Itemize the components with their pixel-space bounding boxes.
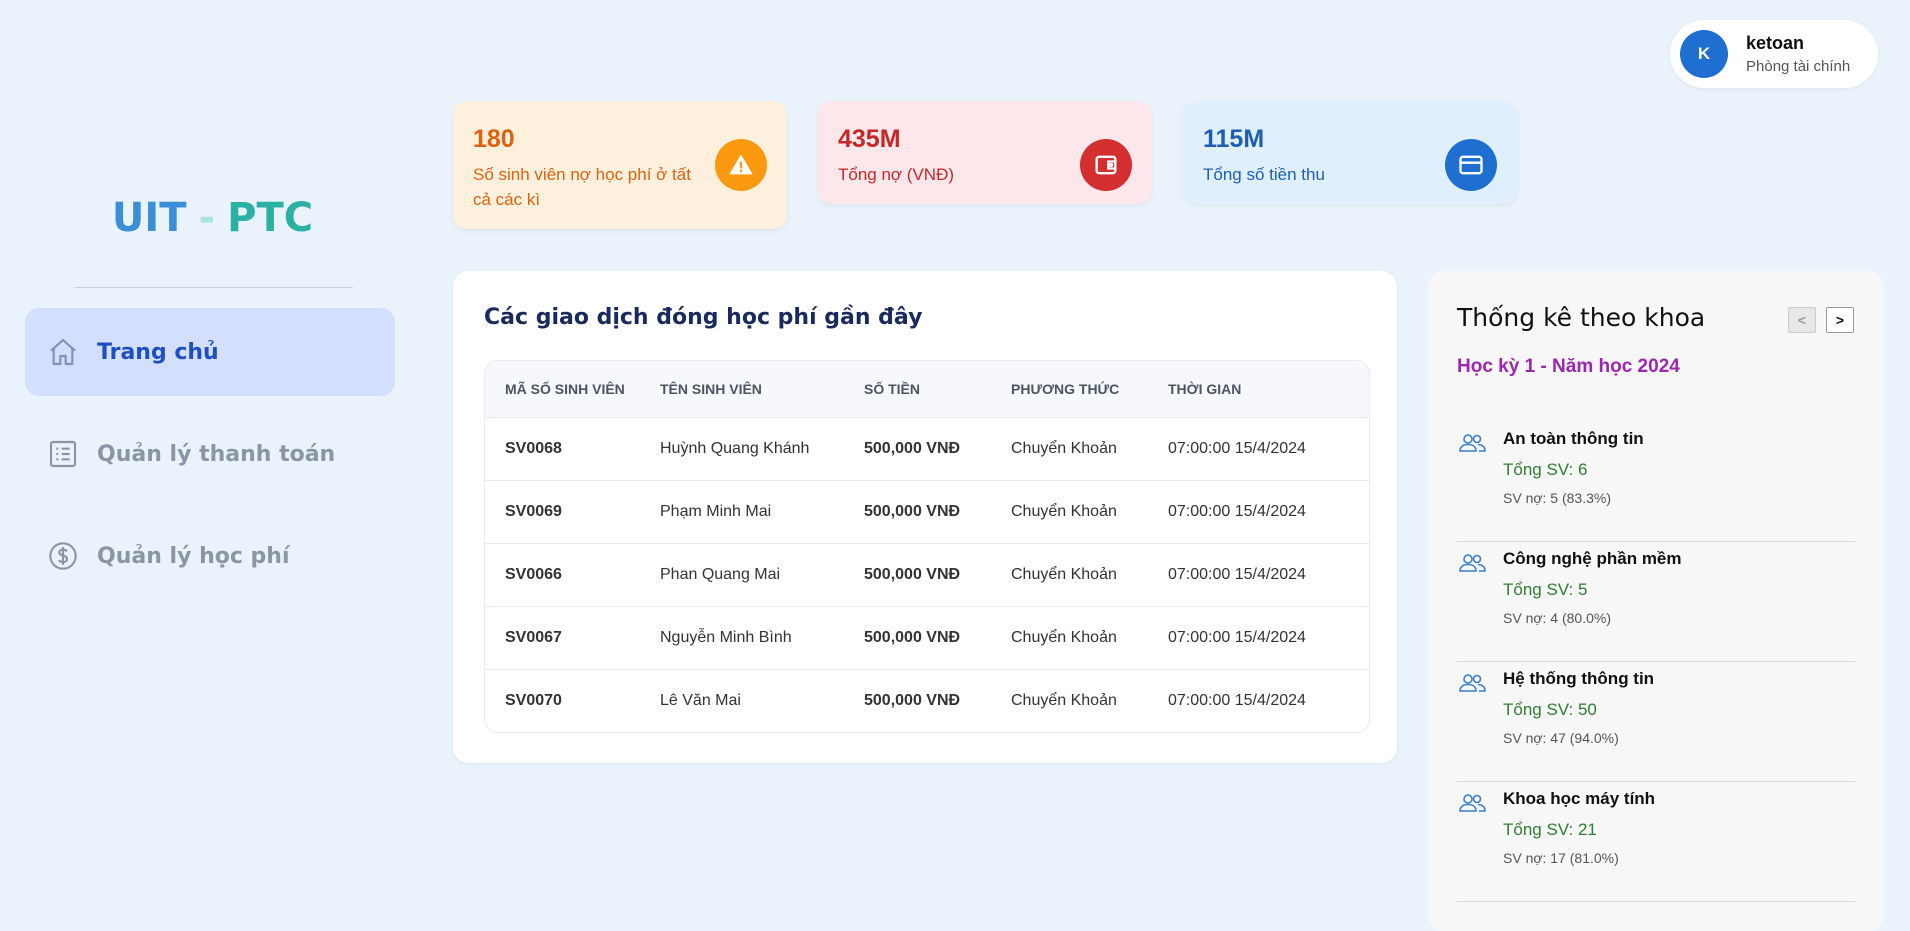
department-name: Hệ thống thông tin — [1503, 669, 1655, 688]
sidebar-item-payment-management[interactable]: Quản lý thanh toán — [25, 410, 395, 498]
student-name-cell: Phạm Minh Mai — [660, 503, 772, 520]
users-icon — [1459, 674, 1486, 692]
sidebar-item-label: Quản lý học phí — [97, 543, 290, 569]
department-name: An toàn thông tin — [1503, 429, 1644, 448]
method-cell: Chuyển Khoản — [1011, 692, 1117, 709]
stat-card-students-in-debt: 180 Số sinh viên nợ học phí ở tất cả các… — [453, 101, 787, 229]
user-role: Phòng tài chính — [1746, 58, 1851, 75]
avatar: K — [1680, 30, 1728, 78]
time-cell: 07:00:00 15/4/2024 — [1168, 440, 1306, 457]
student-id-cell: SV0070 — [505, 692, 562, 709]
stat-label: Tổng nợ (VNĐ) — [838, 165, 955, 184]
department-debt: SV nợ: 5 (83.3%) — [1503, 490, 1612, 506]
users-icon — [1459, 794, 1486, 812]
student-id-cell: SV0069 — [505, 503, 562, 520]
department-debt: SV nợ: 47 (94.0%) — [1503, 730, 1619, 746]
amount-cell: 500,000 VNĐ — [864, 629, 961, 646]
table-row[interactable]: SV0066 Phan Quang Mai 500,000 VNĐ Chuyển… — [485, 543, 1369, 606]
department-total: Tổng SV: 21 — [1503, 820, 1597, 839]
user-name: ketoan — [1746, 33, 1805, 53]
sidebar-divider — [75, 287, 353, 288]
list-icon — [45, 436, 81, 472]
warning-icon — [715, 139, 767, 191]
table-row[interactable]: SV0067 Nguyễn Minh Bình 500,000 VNĐ Chuy… — [485, 606, 1369, 669]
table-header-row: MÃ SỐ SINH VIÊN TÊN SINH VIÊN SỐ TIỀN PH… — [485, 361, 1369, 417]
student-name-cell: Huỳnh Quang Khánh — [660, 440, 810, 457]
method-cell: Chuyển Khoản — [1011, 440, 1117, 457]
sidebar-item-tuition-management[interactable]: Quản lý học phí — [25, 512, 395, 600]
table-row[interactable]: SV0070 Lê Văn Mai 500,000 VNĐ Chuyển Kho… — [485, 669, 1369, 732]
column-header: TÊN SINH VIÊN — [660, 381, 762, 397]
time-cell: 07:00:00 15/4/2024 — [1168, 503, 1306, 520]
term-label: Học kỳ 1 - Năm học 2024 — [1457, 356, 1680, 377]
column-header: SỐ TIỀN — [864, 381, 921, 397]
sidebar-item-label: Trang chủ — [97, 339, 219, 365]
column-header: THỜI GIAN — [1168, 381, 1242, 397]
student-name-cell: Nguyễn Minh Bình — [660, 629, 792, 646]
user-profile[interactable]: K ketoan Phòng tài chính — [1670, 20, 1878, 88]
student-name-cell: Phan Quang Mai — [660, 566, 781, 583]
method-cell: Chuyển Khoản — [1011, 566, 1117, 583]
next-term-button[interactable]: > — [1826, 307, 1854, 333]
department-item: An toàn thông tin Tổng SV: 6 SV nợ: 5 (8… — [1457, 421, 1855, 542]
recent-transactions-panel: Các giao dịch đóng học phí gần đây MÃ SỐ… — [453, 271, 1397, 763]
stat-label: Tổng số tiền thu — [1203, 165, 1325, 184]
sidebar-item-home[interactable]: Trang chủ — [25, 308, 395, 396]
brand-part2: PTC — [227, 195, 314, 241]
method-cell: Chuyển Khoản — [1011, 503, 1117, 520]
amount-cell: 500,000 VNĐ — [864, 692, 961, 709]
brand-separator: - — [198, 195, 216, 241]
recent-transactions-title: Các giao dịch đóng học phí gần đây — [484, 305, 923, 330]
stat-card-total-collected: 115M Tổng số tiền thu — [1183, 101, 1517, 204]
table-row[interactable]: SV0068 Huỳnh Quang Khánh 500,000 VNĐ Chu… — [485, 417, 1369, 480]
wallet-icon — [1080, 139, 1132, 191]
brand-part1: UIT — [111, 195, 187, 241]
department-total: Tổng SV: 6 — [1503, 460, 1588, 479]
stat-label: Số sinh viên nợ học phí ở tất cả các kì — [473, 165, 691, 209]
brand-logo: UIT - PTC — [0, 195, 425, 241]
card-icon — [1445, 139, 1497, 191]
amount-cell: 500,000 VNĐ — [864, 566, 961, 583]
department-total: Tổng SV: 50 — [1503, 700, 1597, 719]
time-cell: 07:00:00 15/4/2024 — [1168, 629, 1306, 646]
department-item: Hệ thống thông tin Tổng SV: 50 SV nợ: 47… — [1457, 661, 1855, 782]
method-cell: Chuyển Khoản — [1011, 629, 1117, 646]
transactions-table: MÃ SỐ SINH VIÊN TÊN SINH VIÊN SỐ TIỀN PH… — [484, 360, 1370, 733]
department-total: Tổng SV: 5 — [1503, 580, 1588, 599]
stat-card-total-debt: 435M Tổng nợ (VNĐ) — [818, 101, 1152, 204]
department-name: Công nghệ phần mềm — [1503, 549, 1682, 568]
previous-term-button[interactable]: < — [1788, 307, 1816, 333]
dollar-icon — [45, 538, 81, 574]
column-header: PHƯƠNG THỨC — [1011, 381, 1120, 397]
home-icon — [45, 334, 81, 370]
student-id-cell: SV0068 — [505, 440, 562, 457]
student-name-cell: Lê Văn Mai — [660, 692, 741, 709]
department-debt: SV nợ: 4 (80.0%) — [1503, 610, 1612, 626]
time-cell: 07:00:00 15/4/2024 — [1168, 692, 1306, 709]
department-stats-title: Thống kê theo khoa — [1457, 303, 1706, 332]
student-id-cell: SV0067 — [505, 629, 562, 646]
department-name: Khoa học máy tính — [1503, 789, 1656, 808]
student-id-cell: SV0066 — [505, 566, 562, 583]
users-icon — [1459, 554, 1486, 572]
sidebar-item-label: Quản lý thanh toán — [97, 441, 336, 467]
amount-cell: 500,000 VNĐ — [864, 503, 961, 520]
department-item: Khoa học máy tính Tổng SV: 21 SV nợ: 17 … — [1457, 781, 1855, 902]
department-item: Công nghệ phần mềm Tổng SV: 5 SV nợ: 4 (… — [1457, 541, 1855, 662]
amount-cell: 500,000 VNĐ — [864, 440, 961, 457]
users-icon — [1459, 434, 1486, 452]
column-header: MÃ SỐ SINH VIÊN — [505, 381, 625, 397]
time-cell: 07:00:00 15/4/2024 — [1168, 566, 1306, 583]
department-stats-panel: Thống kê theo khoa Học kỳ 1 - Năm học 20… — [1428, 271, 1884, 931]
department-debt: SV nợ: 17 (81.0%) — [1503, 850, 1619, 866]
table-row[interactable]: SV0069 Phạm Minh Mai 500,000 VNĐ Chuyển … — [485, 480, 1369, 543]
